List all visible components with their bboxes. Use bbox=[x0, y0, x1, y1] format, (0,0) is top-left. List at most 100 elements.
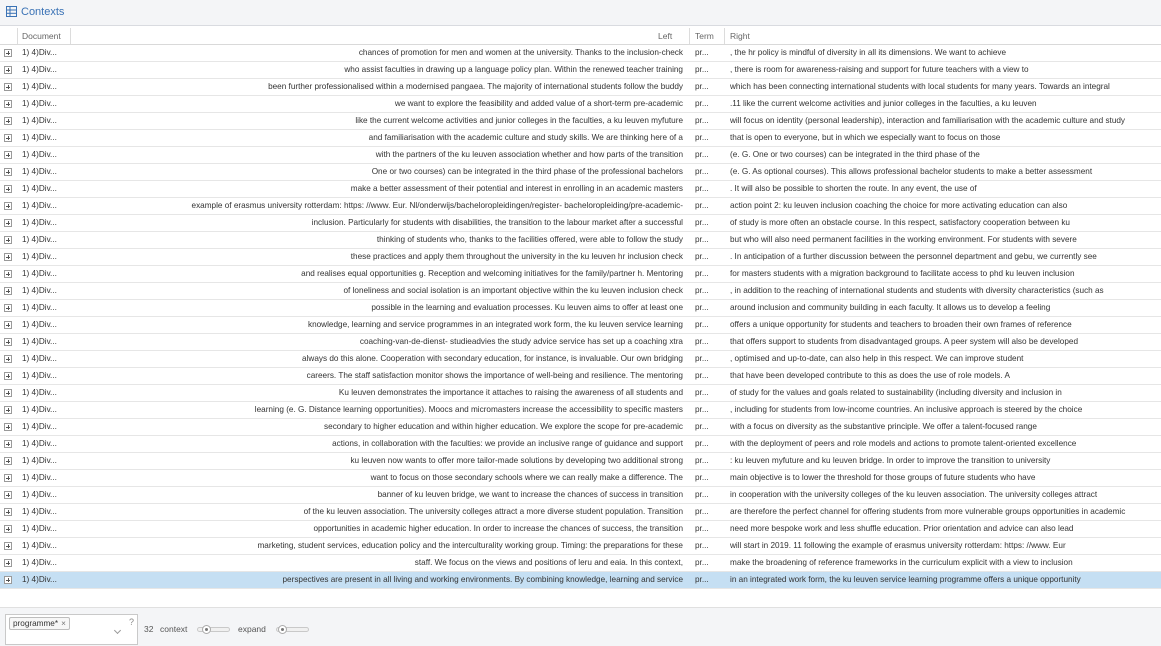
cell-term: pr... bbox=[695, 65, 709, 74]
cell-document: 1) 4)Div... bbox=[22, 439, 57, 448]
cell-document: 1) 4)Div... bbox=[22, 473, 57, 482]
table-row[interactable]: 1) 4)Div... and realises equal opportunit… bbox=[0, 266, 1161, 283]
expand-row-icon[interactable] bbox=[4, 508, 12, 516]
cell-left-context: banner of ku leuven bridge, we want to i… bbox=[377, 490, 683, 499]
table-row[interactable]: 1) 4)Div... actions, in collaboration wit… bbox=[0, 436, 1161, 453]
table-row[interactable]: 1) 4)Div... example of erasmus university… bbox=[0, 198, 1161, 215]
expand-row-icon[interactable] bbox=[4, 151, 12, 159]
table-row[interactable]: 1) 4)Div... and familiarisation with the … bbox=[0, 130, 1161, 147]
expand-row-icon[interactable] bbox=[4, 304, 12, 312]
cell-right-context: that offers support to students from dis… bbox=[730, 337, 1079, 346]
column-header-document[interactable]: Document bbox=[22, 31, 61, 41]
cell-term: pr... bbox=[695, 184, 709, 193]
query-input[interactable]: programme* × ? bbox=[5, 614, 138, 645]
expand-row-icon[interactable] bbox=[4, 372, 12, 380]
cell-left-context: opportunities in academic higher educati… bbox=[313, 524, 683, 533]
expand-row-icon[interactable] bbox=[4, 474, 12, 482]
expand-row-icon[interactable] bbox=[4, 49, 12, 57]
table-icon bbox=[6, 6, 17, 17]
expand-row-icon[interactable] bbox=[4, 423, 12, 431]
expand-row-icon[interactable] bbox=[4, 321, 12, 329]
table-row[interactable]: 1) 4)Div... chances of promotion for men … bbox=[0, 45, 1161, 62]
expand-row-icon[interactable] bbox=[4, 440, 12, 448]
cell-term: pr... bbox=[695, 439, 709, 448]
cell-document: 1) 4)Div... bbox=[22, 252, 57, 261]
table-row[interactable]: 1) 4)Div... careers. The staff satisfacti… bbox=[0, 368, 1161, 385]
table-row[interactable]: 1) 4)Div... of the ku leuven association.… bbox=[0, 504, 1161, 521]
table-row[interactable]: 1) 4)Div... coaching-van-de-dienst- studi… bbox=[0, 334, 1161, 351]
expand-row-icon[interactable] bbox=[4, 168, 12, 176]
expand-slider[interactable] bbox=[276, 625, 309, 634]
table-row[interactable]: 1) 4)Div... who assist faculties in drawi… bbox=[0, 62, 1161, 79]
table-row[interactable]: 1) 4)Div... of loneliness and social isol… bbox=[0, 283, 1161, 300]
table-row[interactable]: 1) 4)Div... with the partners of the ku l… bbox=[0, 147, 1161, 164]
column-header-left[interactable]: Left bbox=[658, 31, 672, 41]
remove-tag-icon[interactable]: × bbox=[61, 619, 66, 628]
table-row[interactable]: 1) 4)Div... ku leuven now wants to offer … bbox=[0, 453, 1161, 470]
table-row[interactable]: 1) 4)Div... inclusion. Particularly for s… bbox=[0, 215, 1161, 232]
expand-row-icon[interactable] bbox=[4, 270, 12, 278]
column-header-right[interactable]: Right bbox=[730, 31, 750, 41]
table-row[interactable]: 1) 4)Div... these practices and apply the… bbox=[0, 249, 1161, 266]
cell-term: pr... bbox=[695, 388, 709, 397]
cell-term: pr... bbox=[695, 269, 709, 278]
cell-right-context: but who will also need permanent facilit… bbox=[730, 235, 1077, 244]
table-row[interactable]: 1) 4)Div... secondary to higher education… bbox=[0, 419, 1161, 436]
result-count: 32 bbox=[144, 624, 154, 634]
expand-row-icon[interactable] bbox=[4, 491, 12, 499]
column-header-term[interactable]: Term bbox=[695, 31, 714, 41]
expand-row-icon[interactable] bbox=[4, 185, 12, 193]
table-row[interactable]: 1) 4)Div... perspectives are present in a… bbox=[0, 572, 1161, 589]
table-row[interactable]: 1) 4)Div... been further professionalised… bbox=[0, 79, 1161, 96]
expand-row-icon[interactable] bbox=[4, 100, 12, 108]
expand-row-icon[interactable] bbox=[4, 117, 12, 125]
cell-right-context: , there is room for awareness-raising an… bbox=[730, 65, 1029, 74]
expand-row-icon[interactable] bbox=[4, 406, 12, 414]
table-row[interactable]: 1) 4)Div... Ku leuven demonstrates the im… bbox=[0, 385, 1161, 402]
expand-slider-handle[interactable] bbox=[278, 625, 287, 634]
expand-row-icon[interactable] bbox=[4, 457, 12, 465]
expand-row-icon[interactable] bbox=[4, 253, 12, 261]
cell-right-context: with a focus on diversity as the substan… bbox=[730, 422, 1037, 431]
table-row[interactable]: 1) 4)Div... thinking of students who, tha… bbox=[0, 232, 1161, 249]
table-row[interactable]: 1) 4)Div... knowledge, learning and servi… bbox=[0, 317, 1161, 334]
expand-row-icon[interactable] bbox=[4, 576, 12, 584]
expand-row-icon[interactable] bbox=[4, 219, 12, 227]
table-row[interactable]: 1) 4)Div... possible in the learning and … bbox=[0, 300, 1161, 317]
cell-document: 1) 4)Div... bbox=[22, 337, 57, 346]
table-row[interactable]: 1) 4)Div... always do this alone. Coopera… bbox=[0, 351, 1161, 368]
expand-row-icon[interactable] bbox=[4, 134, 12, 142]
context-slider-handle[interactable] bbox=[202, 625, 211, 634]
expand-row-icon[interactable] bbox=[4, 236, 12, 244]
table-row[interactable]: 1) 4)Div... staff. We focus on the views … bbox=[0, 555, 1161, 572]
table-row[interactable]: 1) 4)Div... marketing, student services, … bbox=[0, 538, 1161, 555]
cell-right-context: in cooperation with the university colle… bbox=[730, 490, 1098, 499]
cell-left-context: want to focus on those secondary schools… bbox=[370, 473, 683, 482]
table-row[interactable]: 1) 4)Div... make a better assessment of t… bbox=[0, 181, 1161, 198]
cell-term: pr... bbox=[695, 354, 709, 363]
expand-row-icon[interactable] bbox=[4, 559, 12, 567]
query-tag[interactable]: programme* × bbox=[9, 617, 70, 630]
expand-row-icon[interactable] bbox=[4, 389, 12, 397]
table-row[interactable]: 1) 4)Div... like the current welcome acti… bbox=[0, 113, 1161, 130]
context-slider[interactable] bbox=[197, 625, 230, 634]
help-icon[interactable]: ? bbox=[129, 617, 134, 627]
table-row[interactable]: 1) 4)Div... banner of ku leuven bridge, w… bbox=[0, 487, 1161, 504]
cell-right-context: will focus on identity (personal leaders… bbox=[730, 116, 1126, 125]
expand-row-icon[interactable] bbox=[4, 66, 12, 74]
table-row[interactable]: 1) 4)Div... learning (e. G. Distance lear… bbox=[0, 402, 1161, 419]
expand-row-icon[interactable] bbox=[4, 83, 12, 91]
table-row[interactable]: 1) 4)Div... want to focus on those second… bbox=[0, 470, 1161, 487]
cell-left-context: always do this alone. Cooperation with s… bbox=[302, 354, 683, 363]
expand-row-icon[interactable] bbox=[4, 338, 12, 346]
chevron-down-icon[interactable] bbox=[113, 626, 122, 635]
expand-row-icon[interactable] bbox=[4, 355, 12, 363]
expand-row-icon[interactable] bbox=[4, 525, 12, 533]
table-row[interactable]: 1) 4)Div... opportunities in academic hig… bbox=[0, 521, 1161, 538]
table-row[interactable]: 1) 4)Div... One or two courses) can be in… bbox=[0, 164, 1161, 181]
expand-row-icon[interactable] bbox=[4, 287, 12, 295]
expand-row-icon[interactable] bbox=[4, 542, 12, 550]
table-row[interactable]: 1) 4)Div... we want to explore the feasib… bbox=[0, 96, 1161, 113]
expand-row-icon[interactable] bbox=[4, 202, 12, 210]
cell-term: pr... bbox=[695, 99, 709, 108]
